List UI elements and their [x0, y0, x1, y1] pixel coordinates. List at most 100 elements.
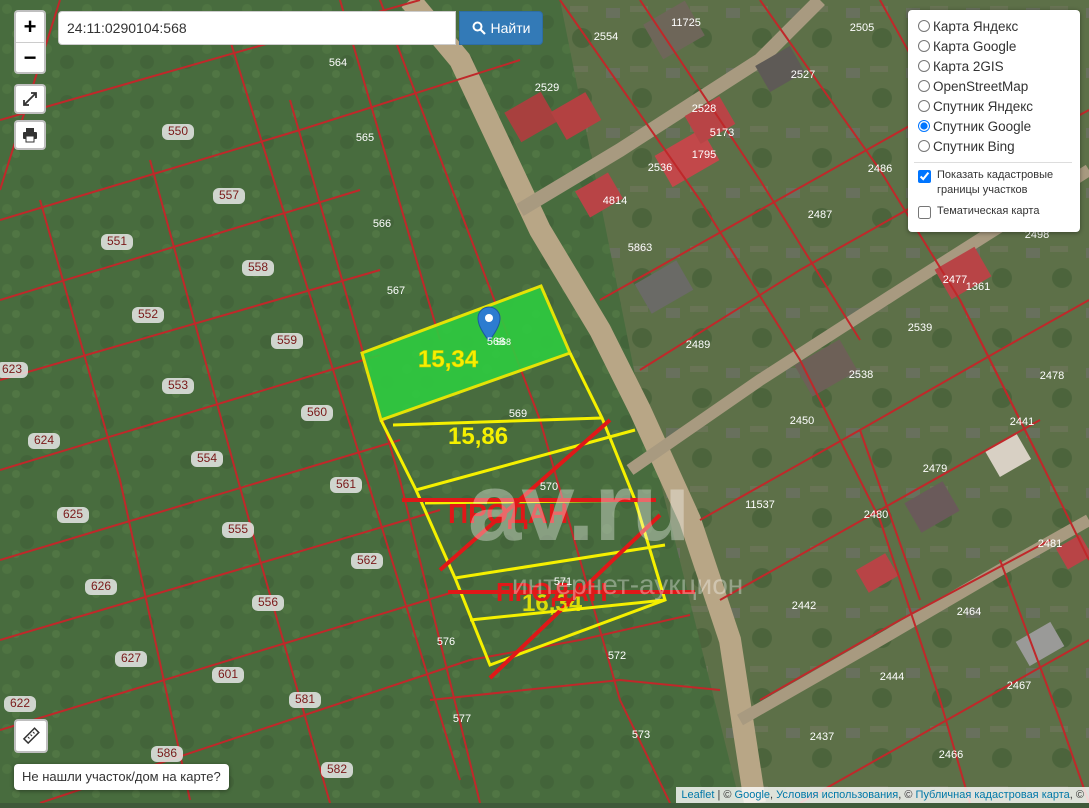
parcel-number-label: 576 [437, 636, 455, 648]
layer-separator [914, 162, 1072, 163]
parcel-number-label: 2444 [880, 671, 904, 683]
parcel-number-label: 2437 [810, 731, 834, 743]
parcel-number-label: 2538 [849, 369, 873, 381]
parcel-number-label: 2464 [957, 606, 981, 618]
watermark-logo: av.ru [468, 454, 690, 561]
parcel-number-label: 562 [357, 553, 377, 567]
parcel-number-label: 2489 [686, 339, 710, 351]
base-layer-label: Спутник Bing [933, 138, 1015, 154]
parcel-number-label: 625 [63, 507, 83, 521]
base-layer-radio[interactable] [918, 80, 930, 92]
parcel-number-label: 2480 [864, 509, 888, 521]
overlay-layer-label: Показать кадастровые границы участков [937, 169, 1054, 196]
base-layer-option[interactable]: Спутник Google [918, 116, 1072, 136]
parcel-number-label: 627 [121, 651, 141, 665]
parcel-number-label: 559 [277, 333, 297, 347]
base-layer-option[interactable]: OpenStreetMap [918, 76, 1072, 96]
zoom-out-button[interactable]: − [16, 43, 44, 73]
zoom-in-button[interactable]: + [16, 12, 44, 43]
parcel-number-label: 557 [219, 188, 239, 202]
parcel-number-label: 558 [248, 260, 268, 274]
parcel-number-label: 571 [554, 576, 572, 588]
base-layer-option[interactable]: Карта 2GIS [918, 56, 1072, 76]
watermark-text: интернет-аукцион [512, 569, 743, 600]
zoom-control: + − [14, 10, 46, 74]
fullscreen-button[interactable] [14, 84, 46, 114]
base-layer-label: Спутник Яндекс [933, 98, 1034, 114]
overlay-layer-option[interactable]: Тематическая карта [918, 204, 1072, 219]
attribution-separator-1: | © [714, 789, 735, 801]
parcel-number-label: 1361 [966, 281, 990, 293]
parcel-number-label: 5173 [710, 127, 734, 139]
google-link[interactable]: Google [735, 789, 770, 801]
parcel-number-label: 2442 [792, 600, 816, 612]
parcel-number-label: 2505 [850, 22, 874, 34]
parcel-number-label: 2466 [939, 749, 963, 761]
leaflet-link[interactable]: Leaflet [681, 789, 714, 801]
parcel-number-label: 551 [107, 234, 127, 248]
parcel-number-label: 624 [34, 433, 54, 447]
base-layer-radio[interactable] [918, 140, 930, 152]
base-layer-radio[interactable] [918, 60, 930, 72]
print-button[interactable] [14, 120, 46, 150]
printer-icon [23, 128, 37, 143]
parcel-number-label: 2536 [648, 162, 672, 174]
base-layer-option[interactable]: Карта Google [918, 36, 1072, 56]
base-layer-label: Карта 2GIS [933, 58, 1004, 74]
overlay-layer-checkbox[interactable] [918, 206, 931, 219]
plot-price-1: 15,34 [418, 346, 479, 373]
cadastral-search-input[interactable] [58, 11, 456, 45]
parcel-number-label: 2477 [943, 274, 967, 286]
plot-price-2: 15,86 [448, 423, 508, 450]
parcel-number-label: 1795 [692, 149, 716, 161]
base-layer-list: Карта Яндекс Карта Google Карта 2GIS OpenSt… [918, 16, 1072, 156]
base-layer-radio[interactable] [918, 120, 930, 132]
overlay-layer-option[interactable]: Показать кадастровые границы участков [918, 168, 1072, 198]
parcel-number-label: 572 [608, 650, 626, 662]
parcel-number-label: 2528 [692, 103, 716, 115]
parcel-number-label: 567 [387, 285, 405, 297]
base-layer-option[interactable]: Спутник Bing [918, 136, 1072, 156]
overlay-layer-checkbox[interactable] [918, 170, 931, 183]
parcel-number-label: 560 [307, 405, 327, 419]
measure-button[interactable] [14, 719, 48, 753]
search-button[interactable]: Найти [459, 11, 543, 45]
parcel-number-label: 5863 [628, 242, 652, 254]
parcel-number-label: 601 [218, 667, 238, 681]
base-layer-option[interactable]: Спутник Яндекс [918, 96, 1072, 116]
search-icon [472, 21, 486, 35]
base-layer-option[interactable]: Карта Яндекс [918, 16, 1072, 36]
overlay-layer-list: Показать кадастровые границы участков Тем… [918, 168, 1072, 219]
search-button-label: Найти [490, 20, 531, 36]
parcel-number-label: 555 [228, 522, 248, 536]
base-layer-radio[interactable] [918, 20, 930, 32]
parcel-number-label: 626 [91, 579, 111, 593]
parcel-number-label: 561 [336, 477, 356, 491]
parcel-number-label: 586 [157, 746, 177, 760]
cadastral-map-link[interactable]: Публичная кадастровая карта [916, 789, 1070, 801]
parcel-number-label: 569 [509, 408, 527, 420]
expand-icon [23, 92, 37, 106]
parcel-number-label: 568 [487, 336, 505, 348]
parcel-number-label: 564 [329, 57, 347, 69]
parcel-number-label: 565 [356, 132, 374, 144]
parcel-number-label: 582 [327, 762, 347, 776]
base-layer-radio[interactable] [918, 100, 930, 112]
not-found-button[interactable]: Не нашли участок/дом на карте? [14, 764, 229, 790]
parcel-number-label: 11725 [671, 17, 701, 29]
base-layer-radio[interactable] [918, 40, 930, 52]
attribution-tail: , © [1069, 789, 1084, 801]
parcel-number-label: 550 [168, 124, 188, 138]
parcel-number-label: 2487 [808, 209, 832, 221]
terms-link[interactable]: Условия использования [776, 789, 898, 801]
parcel-number-label: 11537 [745, 499, 775, 511]
parcel-number-label: 552 [138, 307, 158, 321]
parcel-number-label: 554 [197, 451, 217, 465]
base-layer-label: Карта Яндекс [933, 18, 1019, 34]
parcel-number-label: 566 [373, 218, 391, 230]
overlay-layer-label: Тематическая карта [937, 205, 1040, 217]
attribution-separator-3: , © [898, 789, 916, 801]
parcel-number-label: 2450 [790, 415, 814, 427]
parcel-number-label: 556 [258, 595, 278, 609]
parcel-number-label: 2527 [791, 69, 815, 81]
